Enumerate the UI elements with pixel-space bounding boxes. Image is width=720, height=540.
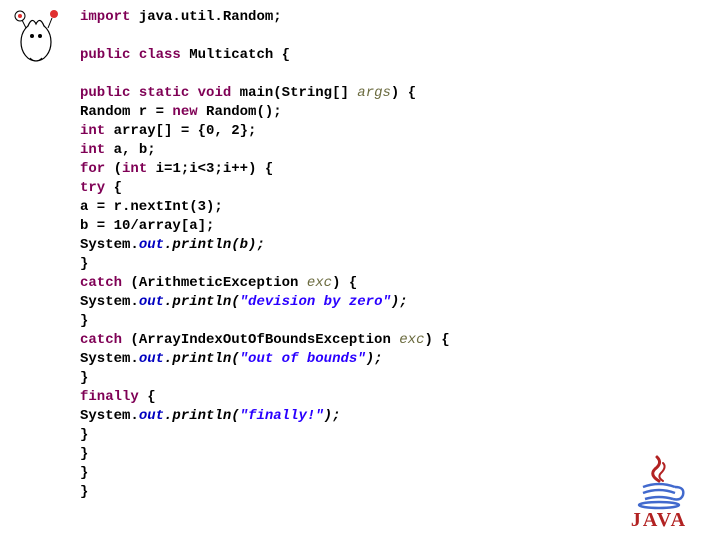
text: Random r =	[80, 104, 172, 120]
text: a = r.nextInt(3);	[80, 199, 223, 215]
text: java.util.Random;	[130, 9, 281, 25]
text: a, b;	[105, 142, 155, 158]
string: "finally!"	[240, 408, 324, 424]
text: System.	[80, 237, 139, 253]
text: System.	[80, 408, 139, 424]
kw-static: static	[139, 85, 189, 101]
java-cup-icon	[629, 451, 689, 511]
field-out: out	[139, 351, 164, 367]
sp	[189, 85, 197, 101]
text: Multicatch {	[181, 47, 290, 63]
text: Random();	[198, 104, 282, 120]
text: (	[105, 161, 122, 177]
text: i=1;i<3;i++) {	[147, 161, 273, 177]
text: );	[324, 408, 341, 424]
java-logo: JAVA	[614, 451, 704, 532]
kw-public: public	[80, 47, 130, 63]
brace: }	[80, 313, 88, 329]
text: );	[391, 294, 408, 310]
kw-int: int	[122, 161, 147, 177]
brace: }	[80, 370, 88, 386]
java-logo-text: JAVA	[614, 509, 704, 532]
text: ) {	[332, 275, 357, 291]
brace: }	[80, 465, 88, 481]
param-args: args	[357, 85, 391, 101]
kw-class: class	[139, 47, 181, 63]
brace: }	[80, 427, 88, 443]
kw-catch: catch	[80, 275, 122, 291]
text: );	[366, 351, 383, 367]
call: .println(	[164, 408, 240, 424]
text: {	[139, 389, 156, 405]
string: "out of bounds"	[240, 351, 366, 367]
text: System.	[80, 294, 139, 310]
text: main(String[]	[231, 85, 357, 101]
text: ) {	[391, 85, 416, 101]
brace: }	[80, 256, 88, 272]
field-out: out	[139, 408, 164, 424]
sp	[130, 47, 138, 63]
kw-finally: finally	[80, 389, 139, 405]
string: "devision by zero"	[240, 294, 391, 310]
code-block: import java.util.Random; public class Mu…	[80, 8, 450, 502]
text: {	[105, 180, 122, 196]
call: .println(b);	[164, 237, 265, 253]
brace: }	[80, 446, 88, 462]
kw-catch: catch	[80, 332, 122, 348]
kw-for: for	[80, 161, 105, 177]
field-out: out	[139, 294, 164, 310]
kw-public: public	[80, 85, 130, 101]
param-exc: exc	[399, 332, 424, 348]
text: (ArithmeticException	[122, 275, 307, 291]
param-exc: exc	[307, 275, 332, 291]
field-out: out	[139, 237, 164, 253]
kw-int: int	[80, 123, 105, 139]
call: .println(	[164, 351, 240, 367]
kw-import: import	[80, 9, 130, 25]
kw-try: try	[80, 180, 105, 196]
call: .println(	[164, 294, 240, 310]
kw-new: new	[172, 104, 197, 120]
text: b = 10/array[a];	[80, 218, 214, 234]
brace: }	[80, 484, 88, 500]
text: array[] = {0, 2};	[105, 123, 256, 139]
text: ) {	[424, 332, 449, 348]
text: System.	[80, 351, 139, 367]
mascot-icon	[10, 6, 64, 66]
kw-int: int	[80, 142, 105, 158]
text: (ArrayIndexOutOfBoundsException	[122, 332, 399, 348]
sp	[130, 85, 138, 101]
kw-void: void	[198, 85, 232, 101]
